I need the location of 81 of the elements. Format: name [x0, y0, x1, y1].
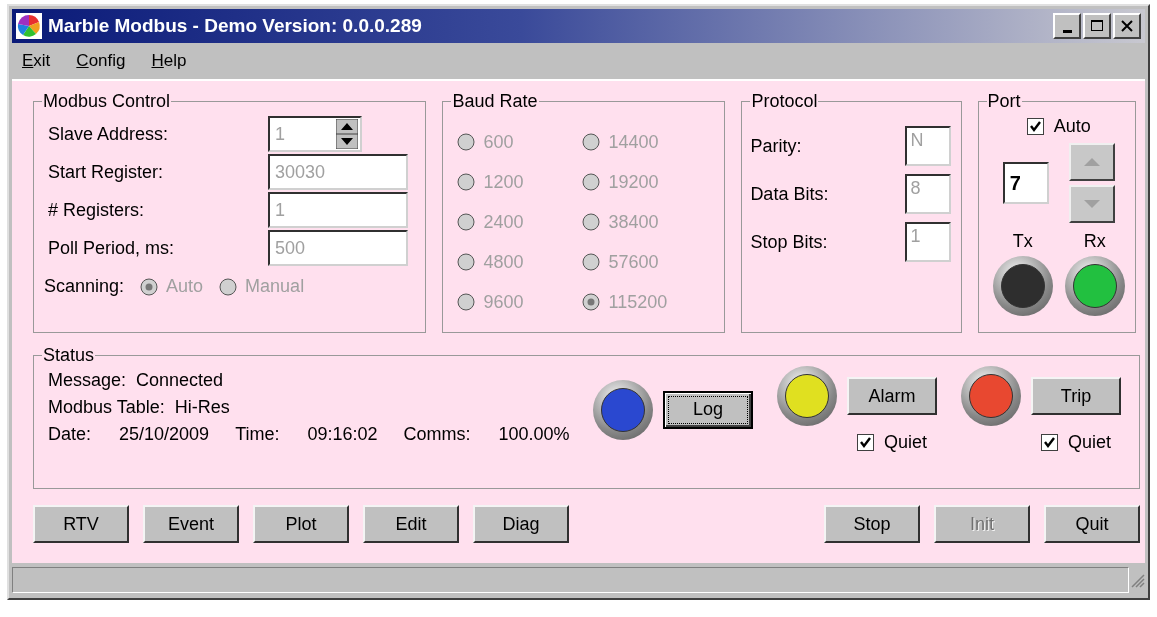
checkbox[interactable]: [1026, 118, 1044, 135]
button[interactable]: Plot: [253, 505, 349, 543]
button[interactable]: Event: [143, 505, 239, 543]
down-button[interactable]: [1068, 185, 1115, 223]
field-label: Poll Period, ms:: [48, 237, 176, 259]
checkbox-label: Quiet: [1068, 432, 1111, 453]
radio-label: Auto: [166, 276, 204, 297]
menu-item[interactable]: Config: [74, 49, 128, 73]
close-icon: [1121, 20, 1133, 32]
status-value: Hi-Res: [174, 397, 230, 418]
radio-label: 9600: [483, 291, 524, 313]
menu-item[interactable]: Exit: [20, 49, 53, 73]
radio-label: 38400: [608, 211, 659, 233]
button[interactable]: Diag: [473, 505, 569, 543]
status-value: Connected: [136, 370, 224, 391]
radio-button[interactable]: [457, 213, 476, 231]
radio-button[interactable]: [219, 277, 238, 296]
status-value: 25/10/2009: [119, 424, 210, 445]
maximize-icon: [1090, 19, 1104, 33]
up-button[interactable]: [1068, 143, 1115, 181]
status-value: 100.00%: [498, 424, 570, 445]
status-label: Comms:: [403, 424, 471, 445]
maximize-button[interactable]: [1083, 13, 1111, 39]
radio-label: 19200: [608, 171, 659, 193]
button[interactable]: RTV: [33, 505, 129, 543]
field-label: Slave Address:: [48, 123, 170, 145]
radio-button[interactable]: [582, 213, 601, 231]
field-label: # Registers:: [48, 199, 146, 221]
radio-button[interactable]: [582, 253, 601, 271]
radio-label: 1200: [483, 171, 524, 193]
radio-label: Manual: [245, 276, 305, 297]
checkbox[interactable]: [1041, 434, 1058, 451]
radio-label: 115200: [608, 291, 668, 313]
group-title: Status: [42, 345, 96, 366]
radio-button[interactable]: [582, 133, 601, 151]
field-label: Parity:: [750, 135, 803, 157]
button[interactable]: Log: [663, 390, 753, 429]
field-label: Scanning:: [44, 276, 125, 297]
radio-label: 600: [483, 131, 514, 153]
close-button[interactable]: [1113, 13, 1141, 39]
checkbox-label: Quiet: [884, 432, 927, 453]
radio-button[interactable]: [457, 133, 476, 151]
radio-button[interactable]: [140, 277, 159, 296]
status-label: Modbus Table:: [48, 397, 165, 418]
radio-label: 4800: [483, 251, 524, 273]
status-label: Time:: [235, 424, 280, 445]
radio-button[interactable]: [457, 293, 476, 311]
field-label: Stop Bits:: [750, 231, 829, 253]
group-title: Baud Rate: [451, 91, 539, 112]
status-label: Message:: [48, 370, 127, 391]
radio-label: 57600: [608, 251, 659, 273]
window-title: Marble Modbus - Demo Version: 0.0.0.289: [48, 15, 423, 37]
menu-item[interactable]: Help: [149, 49, 189, 73]
button[interactable]: Trip: [1031, 377, 1121, 415]
checkbox[interactable]: [857, 434, 874, 451]
field-label: Start Register:: [48, 161, 165, 183]
indicator-label: Tx: [1012, 231, 1033, 252]
checkbox-label: Auto: [1053, 116, 1091, 137]
field-label: Data Bits:: [750, 183, 830, 205]
minimize-button[interactable]: [1053, 13, 1081, 39]
indicator-label: Rx: [1083, 231, 1106, 252]
button[interactable]: Quit: [1044, 505, 1140, 543]
group-title: Protocol: [750, 91, 819, 112]
status-label: Date:: [48, 424, 92, 445]
spin-arrows-icon[interactable]: [336, 119, 358, 149]
status-value: 09:16:02: [307, 424, 378, 445]
resize-grip-icon: [1129, 572, 1145, 588]
group-title: Modbus Control: [42, 91, 172, 112]
group-title: Port: [986, 91, 1022, 112]
input-field[interactable]: 7: [1002, 162, 1049, 204]
color-wheel-icon: [16, 13, 42, 39]
radio-button[interactable]: [457, 173, 476, 191]
radio-button[interactable]: [457, 253, 476, 271]
radio-button[interactable]: [582, 173, 601, 191]
radio-label: 2400: [483, 211, 524, 233]
minimize-icon: [1062, 29, 1072, 33]
radio-label: 14400: [608, 131, 659, 153]
radio-button[interactable]: [582, 293, 601, 311]
button[interactable]: Edit: [363, 505, 459, 543]
button[interactable]: Alarm: [847, 377, 937, 415]
button[interactable]: Stop: [824, 505, 920, 543]
